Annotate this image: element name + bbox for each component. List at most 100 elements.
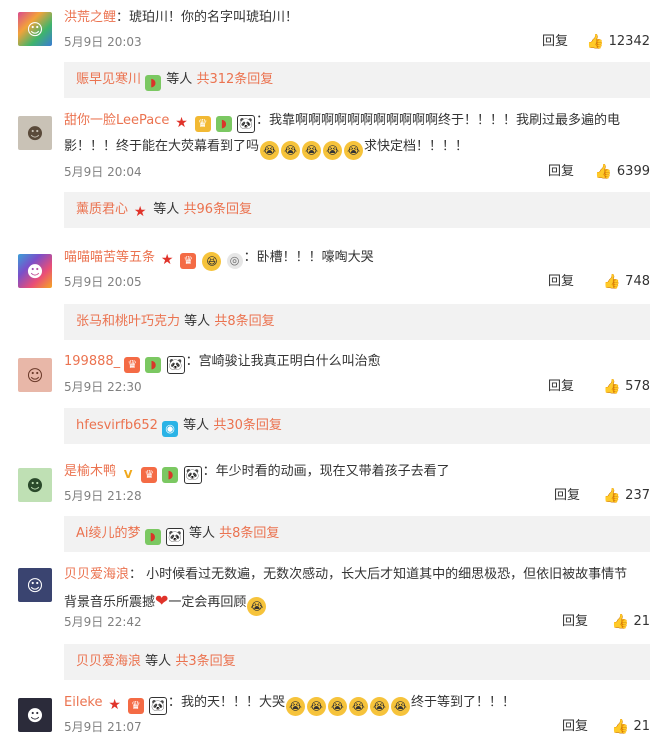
avatar[interactable]: ☻ [18,116,52,150]
comment-username[interactable]: 199888_ [64,354,120,369]
panda-badge-icon: 🐼 [148,697,167,715]
reply-username[interactable]: 贝贝爱海浪 [76,654,141,669]
comment-content: 我的天！！！大哭 [180,695,285,710]
avatar[interactable]: ☻ [18,698,52,732]
reply-button[interactable]: 回复 [562,612,588,632]
like-button[interactable]: 👍 6399 [595,162,650,182]
panda-badge-icon: 🐼 [166,356,185,374]
comment-text: 喵喵喵苦等五条 ★ ♛ 😆 ◎ ：卧槽！！！嚎啕大哭 [64,245,650,271]
thumbs-up-icon: 👍 [603,379,621,395]
comment-content-line2: 影！！！终于能在大荧幕看到了吗 [64,139,260,154]
like-count: 237 [625,488,650,503]
thumbs-up-icon: 👍 [603,274,621,290]
reply-count-link[interactable]: 共3条回复 [175,654,235,669]
comment-content: 年少时看的动画，现在又带着孩子去看了 [215,464,450,479]
reply-summary-label: 等人 [188,526,215,541]
comment-text: Eileke ★ ♛ 🐼 ：我的天！！！大哭 😭 😭 😭 😭 😭 😭 终于等到了！！！ [64,690,650,716]
comment-text: 贝贝爱海浪： 小时候看过无数遍，无数次感动，长大后才知道其中的细思极恐，但依旧被… [64,562,650,616]
comment-content: 卧槽！！！嚎啕大哭 [256,250,374,265]
like-button[interactable]: 👍 21 [611,612,650,632]
reply-count-link[interactable]: 共8条回复 [219,526,279,541]
reply-username[interactable]: Ai绫儿的梦 [76,526,141,541]
watermelon-badge-icon: ◗ [162,467,179,483]
reply-button[interactable]: 回复 [562,717,588,737]
avatar[interactable]: ☺ [18,568,52,602]
avatar[interactable]: ☺ [18,358,52,392]
crying-emoji-icon: 😭 [285,697,305,716]
reply-button[interactable]: 回复 [548,377,574,397]
crying-emoji-icon: 😭 [390,697,410,716]
comment-content-line2-end: 一定会再回顾 [168,595,247,610]
like-button[interactable]: 👍 748 [603,272,650,292]
reply-summary-bar[interactable]: 薰质君心 ★ 等人 共96条回复 [64,192,650,228]
crying-emoji-icon: 😭 [369,697,389,716]
comment-time: 5月9日 20:03 [64,35,142,49]
avatar[interactable]: ☺ [18,12,52,46]
avatar[interactable]: ☻ [18,468,52,502]
like-button[interactable]: 👍 12342 [587,32,650,52]
reply-summary-label: 等人 [145,654,172,669]
panda-badge-icon: 🐼 [183,466,202,484]
comment-content-line1: 小时候看过无数遍，无数次感动，长大后才知道其中的细思极恐，但依旧被故事情节 [146,567,628,582]
laughing-emoji-icon: 😆 [202,252,222,271]
like-button[interactable]: 👍 578 [603,377,650,397]
avatar-figure-icon: ☻ [26,705,44,725]
comment-username[interactable]: 甜你一脸LeePace [64,113,169,128]
comment-username[interactable]: 是榆木鸭 [64,464,116,479]
comment-content-line2-end: 求快定档！！！！ [364,139,469,154]
like-button[interactable]: 👍 21 [611,717,650,737]
reply-summary-bar[interactable]: 赈早见寒川 ◗ 等人 共312条回复 [64,62,650,98]
comment-username[interactable]: 喵喵喵苦等五条 [64,250,155,265]
thumbs-up-icon: 👍 [611,719,629,735]
reply-summary-bar[interactable]: 贝贝爱海浪 等人 共3条回复 [64,644,650,680]
like-count: 21 [633,614,650,629]
avatar-figure-icon: ☻ [26,475,44,495]
star-badge-icon: ★ [175,115,188,131]
reply-username[interactable]: 张马和桃叶巧克力 [76,314,180,329]
reply-username[interactable]: 赈早见寒川 [76,72,141,87]
like-count: 21 [633,719,650,734]
thumbs-up-icon: 👍 [586,34,605,50]
comment-time: 5月9日 22:42 [64,615,142,629]
reply-count-link[interactable]: 共312条回复 [196,72,273,87]
reply-summary-bar[interactable]: Ai绫儿的梦 ◗ 🐼 等人 共8条回复 [64,516,650,552]
crying-emoji-icon: 😭 [260,141,280,160]
crying-emoji-icon: 😭 [281,141,301,160]
star-badge-icon: ★ [108,697,121,713]
comment-content: 琥珀川！你的名字叫琥珀川！ [129,10,299,25]
avatar[interactable]: ☻ [18,254,52,288]
comment-username[interactable]: 贝贝爱海浪 [64,567,129,582]
crying-emoji-icon: 😭 [306,697,326,716]
comment-username[interactable]: Eileke [64,695,103,710]
reply-button[interactable]: 回复 [548,162,574,182]
like-button[interactable]: 👍 237 [603,486,650,506]
crying-emoji-icon: 😭 [323,141,343,160]
vip-badge-icon: ♛ [180,253,197,269]
comment-time: 5月9日 21:28 [64,489,142,503]
star-badge-icon: ★ [160,252,174,268]
reply-summary-label: 等人 [153,202,180,217]
comment-time: 5月9日 22:30 [64,380,142,394]
like-count: 12342 [608,34,650,49]
reply-button[interactable]: 回复 [554,486,580,506]
comment-time: 5月9日 20:04 [64,165,142,179]
comment-content: 宫崎骏让我真正明白什么叫治愈 [198,354,381,369]
comment-username[interactable]: 洪荒之鲤 [64,10,116,25]
vip-badge-icon: ♛ [141,467,158,483]
reply-username[interactable]: 薰质君心 [76,202,128,217]
reply-username[interactable]: hfesvirfb652 [76,418,158,433]
crying-emoji-icon: 😭 [302,141,322,160]
reply-summary-label: 等人 [166,72,193,87]
reply-button[interactable]: 回复 [548,272,574,292]
comment-text: 是榆木鸭 V ♛ ◗ 🐼 ：年少时看的动画，现在又带着孩子去看了 [64,459,650,485]
comment-content-line2: 背景音乐所震撼 [64,595,156,610]
reply-count-link[interactable]: 共8条回复 [214,314,274,329]
reply-summary-bar[interactable]: hfesvirfb652 ◉ 等人 共30条回复 [64,408,650,444]
panda-badge-icon: 🐼 [236,115,255,133]
reply-count-link[interactable]: 共96条回复 [183,202,252,217]
panda-badge-icon: 🐼 [165,528,184,546]
reply-button[interactable]: 回复 [542,32,568,52]
avatar-face-icon: ☺ [26,365,44,385]
reply-count-link[interactable]: 共30条回复 [213,418,282,433]
reply-summary-bar[interactable]: 张马和桃叶巧克力 等人 共8条回复 [64,304,650,340]
